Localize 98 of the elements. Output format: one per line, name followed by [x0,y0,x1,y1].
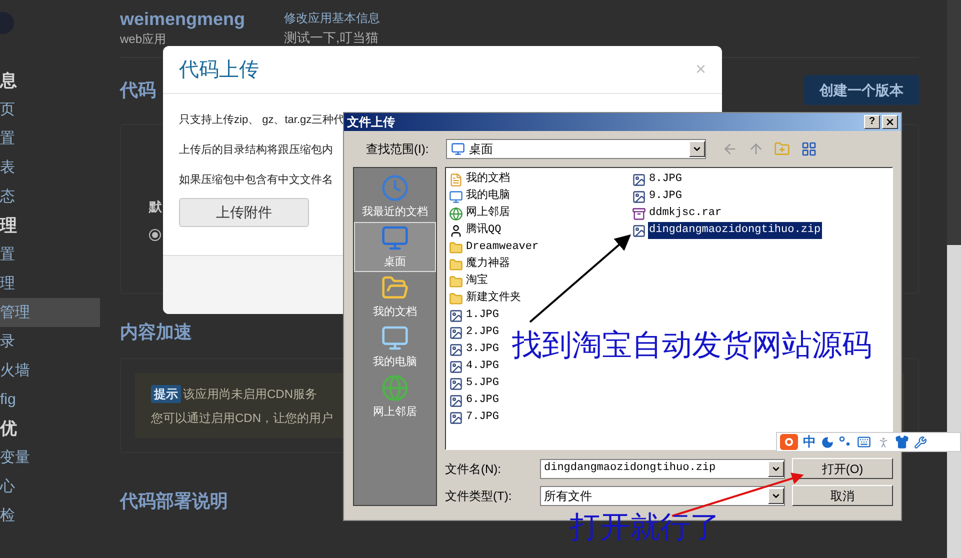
computer-icon [381,324,409,352]
sidebar-item[interactable]: 理 [0,269,100,298]
image-file-icon [449,360,463,374]
sidebar-item[interactable]: 管理 [0,298,100,327]
file-item[interactable]: 新建文件夹 [465,290,522,307]
image-file-icon [449,342,463,356]
view-menu-icon[interactable] [800,141,818,157]
tip-badge: 提示 [151,385,181,403]
folder-icon [449,258,463,272]
globe-icon [381,374,409,402]
sidebar-item[interactable]: 变量 [0,443,100,472]
image-file-icon [632,172,646,186]
modal-title: 代码上传 [179,58,259,82]
image-file-icon [632,224,646,238]
help-button[interactable]: ? [864,115,880,129]
card-label: 默 [149,198,162,216]
file-item[interactable]: 6.JPG [465,392,500,409]
cancel-button[interactable]: 取消 [792,485,893,506]
folder-icon [449,274,463,288]
file-item[interactable]: 5.JPG [465,375,500,392]
desktop-icon [451,142,465,156]
desktop-icon [381,224,409,252]
section-title: 内容加速 [120,321,192,344]
close-icon [885,117,895,127]
app-type: web应用 [120,31,166,48]
section-title: 代码 [120,78,156,102]
sidebar-item[interactable]: 心 [0,472,100,501]
document-icon [449,172,463,186]
notice-text: 该应用尚未启用CDN服务 [183,386,317,403]
annotation-text: 打开就行了 [570,510,720,546]
file-item[interactable]: 3.JPG [465,341,500,358]
archive-icon [632,206,646,220]
annotation-text: 找到淘宝自动发货网站源码 [512,328,872,364]
settings-icon[interactable] [914,436,927,448]
app-name[interactable]: weimengmeng [120,8,246,30]
dropdown-caret-icon [692,144,702,154]
sidebar-item[interactable]: 页 [0,95,100,124]
sidebar-item[interactable]: 置 [0,124,100,153]
file-name-field[interactable]: dingdangmaozidongtihuo.zip [540,458,785,478]
file-item[interactable]: 4.JPG [465,358,500,375]
folder-icon [449,292,463,306]
sidebar-item[interactable]: fig [0,385,100,414]
places-item[interactable]: 我的文档 [354,272,436,322]
file-item[interactable]: ddmkjsc.rar [648,205,723,222]
image-file-icon [449,308,463,322]
input-mode[interactable]: 中 [803,432,816,452]
file-item[interactable]: dingdangmaozidongtihuo.zip [648,222,822,239]
sidebar-item[interactable]: 置 [0,240,100,269]
file-item[interactable]: 1.JPG [465,307,500,324]
sidebar-item[interactable]: 火墙 [0,356,100,385]
places-item[interactable]: 网上邻居 [354,372,436,422]
look-in-label: 查找范围(I): [366,141,430,158]
file-item[interactable]: 腾讯QQ [465,222,502,239]
places-item[interactable]: 我最近的文档 [354,172,436,222]
file-type-label: 文件类型(T): [445,488,513,504]
moon-icon[interactable] [821,436,834,448]
file-item[interactable]: 9.JPG [648,188,684,205]
globe-icon [449,206,463,220]
look-in-dropdown[interactable]: 桌面 [446,139,706,159]
edit-info-link[interactable]: 修改应用基本信息 [284,8,380,28]
file-item[interactable]: 魔力神器 [465,256,511,273]
dialog-title: 文件上传 [347,114,395,131]
sidebar-item[interactable]: 态 [0,182,100,211]
file-item[interactable]: 我的文档 [465,171,511,188]
modal-text: 上传后的目录结构将跟压缩包内 [179,142,333,158]
radio-button[interactable] [149,228,161,240]
computer-icon [449,190,463,204]
file-item[interactable]: 淘宝 [465,273,489,290]
image-file-icon [449,410,463,424]
shirt-icon[interactable] [895,435,909,449]
sidebar-item[interactable]: 检 [0,501,100,530]
sidebar-item[interactable]: 录 [0,327,100,356]
create-version-button[interactable]: 创建一个版本 [804,75,919,105]
folder-icon [449,240,463,254]
file-item[interactable]: Dreamweaver [465,239,540,256]
app-description: 测试一下,叮当猫 [284,29,379,47]
scrollbar[interactable] [947,0,961,558]
file-item[interactable]: 我的电脑 [465,188,511,205]
upload-attachment-button[interactable]: 上传附件 [179,198,309,227]
file-item[interactable]: 2.JPG [465,324,500,341]
file-item[interactable]: 8.JPG [648,171,684,188]
file-type-dropdown[interactable]: 所有文件 [540,486,785,506]
file-item[interactable]: 网上邻居 [465,205,511,222]
keyboard-icon[interactable] [856,435,872,449]
punctuation-icon[interactable] [839,436,851,448]
close-button[interactable] [882,115,898,129]
notice-detail: 您可以通过启用CDN，让您的用户 [151,410,333,427]
file-name-label: 文件名(N): [445,460,502,478]
image-file-icon [449,326,463,340]
modal-text: 如果压缩包中包含有中文文件名 [179,172,333,188]
image-file-icon [632,190,646,204]
file-item[interactable]: 7.JPG [465,409,500,426]
section-title: 代码部署说明 [120,490,228,513]
image-file-icon [449,376,463,390]
sidebar-item[interactable]: 表 [0,153,100,182]
open-button[interactable]: 打开(O) [792,458,893,479]
places-item[interactable]: 我的电脑 [354,322,436,372]
image-file-icon [449,394,463,408]
